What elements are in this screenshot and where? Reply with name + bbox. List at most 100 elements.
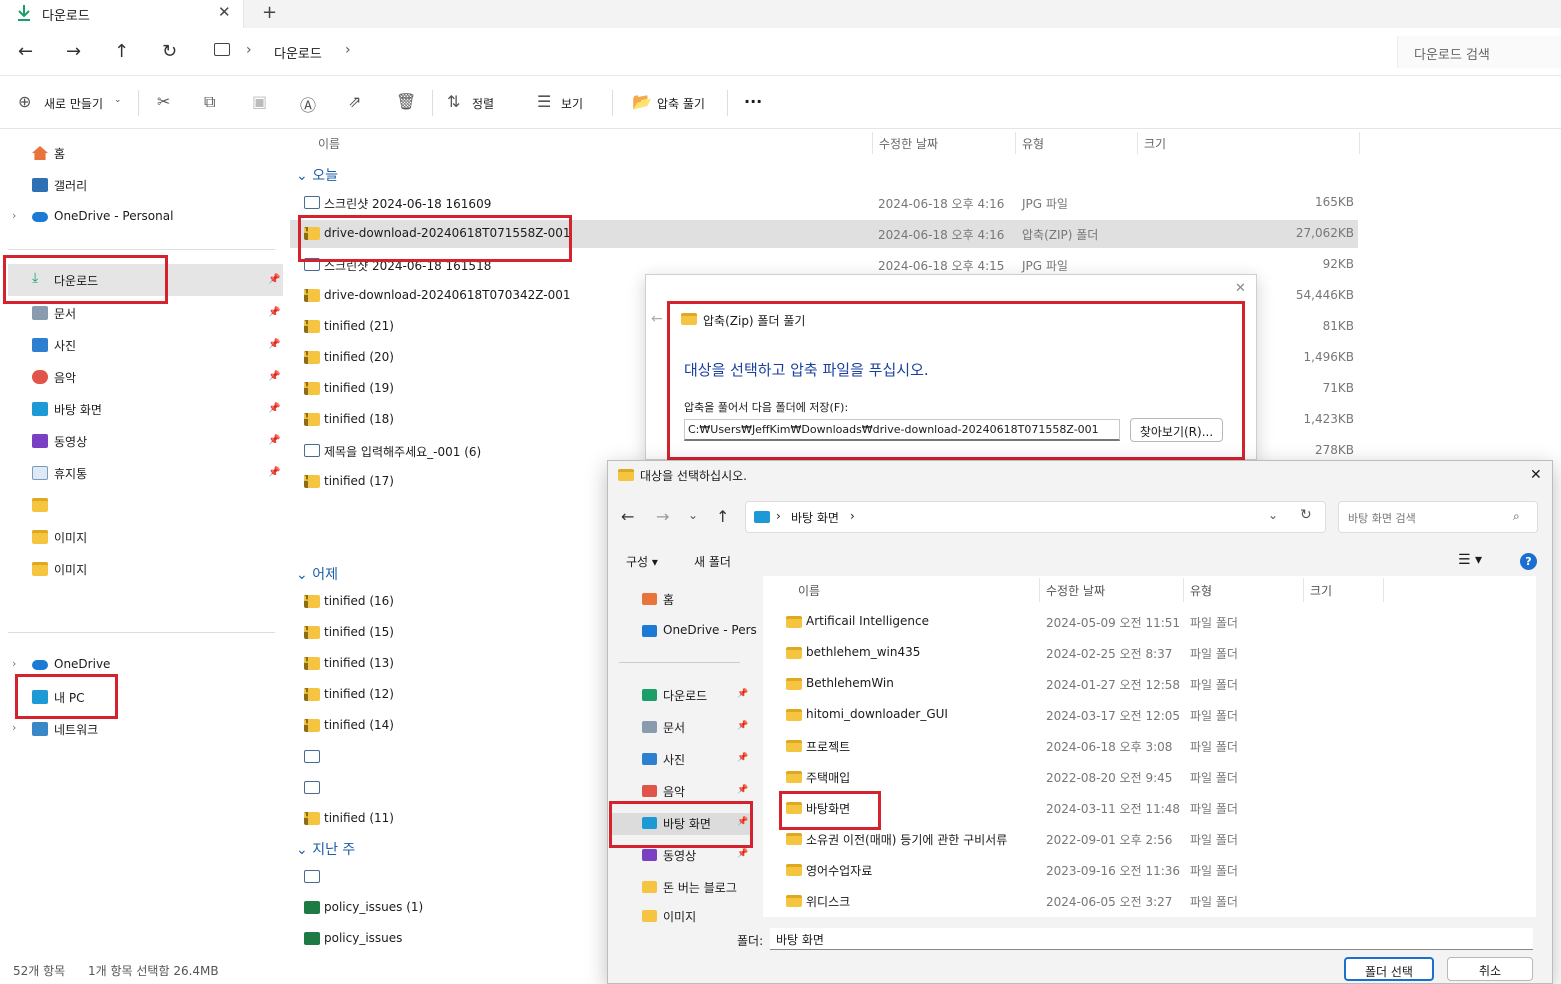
- pin-icon[interactable]: 📌: [737, 785, 748, 795]
- column-divider[interactable]: [1039, 578, 1040, 602]
- browse-button[interactable]: 찾아보기(R)...: [1130, 418, 1223, 442]
- address-bar[interactable]: [200, 36, 1385, 68]
- pin-icon[interactable]: 📌: [737, 817, 748, 827]
- column-name[interactable]: 이름: [798, 582, 820, 599]
- new-folder-button[interactable]: 새 폴더: [694, 553, 731, 570]
- new-tab-button[interactable]: +: [262, 2, 277, 23]
- pin-icon[interactable]: 📌: [737, 849, 748, 859]
- column-divider[interactable]: [1303, 578, 1304, 602]
- sidebar-item-documents[interactable]: 문서 📌: [30, 303, 280, 327]
- sort-button[interactable]: 정렬: [472, 95, 494, 112]
- sidebar-item-music[interactable]: 음악 📌: [30, 367, 280, 391]
- column-divider[interactable]: [1137, 132, 1138, 154]
- column-divider[interactable]: [872, 132, 873, 154]
- cut-icon[interactable]: ✂: [157, 92, 170, 111]
- picker-nav-item-downloads[interactable]: 다운로드 📌: [640, 685, 752, 707]
- close-icon[interactable]: ✕: [1235, 281, 1246, 296]
- picker-nav-item-videos[interactable]: 동영상 📌: [640, 845, 752, 867]
- sidebar-item-onedrive-personal[interactable]: OneDrive - Personal: [30, 207, 280, 231]
- back-arrow-icon[interactable]: ←: [651, 311, 663, 327]
- group-header-yesterday[interactable]: ⌄ 어제: [296, 564, 338, 584]
- picker-folder-row[interactable]: hitomi_downloader_GUI 2024-03-17 오전 12:05…: [780, 705, 1380, 729]
- back-button[interactable]: ←: [621, 507, 634, 526]
- pin-icon[interactable]: 📌: [268, 307, 280, 318]
- chevron-right-icon[interactable]: ›: [12, 209, 16, 222]
- sidebar-item-gallery[interactable]: 갤러리: [30, 175, 280, 199]
- extract-all-button[interactable]: 압축 풀기: [657, 95, 705, 112]
- copy-icon[interactable]: ⧉: [204, 92, 215, 112]
- pin-icon[interactable]: 📌: [268, 274, 280, 285]
- paste-icon[interactable]: ▣: [252, 92, 267, 111]
- refresh-button[interactable]: ↻: [162, 41, 177, 62]
- tab-downloads[interactable]: [0, 0, 244, 28]
- column-divider[interactable]: [1183, 578, 1184, 602]
- up-button[interactable]: ↑: [114, 41, 129, 62]
- picker-folder-row[interactable]: bethlehem_win435 2024-02-25 오전 8:37 파일 폴더: [780, 643, 1380, 667]
- sidebar-item-images-1[interactable]: 이미지: [30, 527, 280, 551]
- file-row[interactable]: drive-download-20240618T071558Z-001 2024-…: [290, 220, 1358, 248]
- column-size[interactable]: 크기: [1144, 135, 1166, 152]
- picker-folder-row[interactable]: 프로젝트 2024-06-18 오후 3:08 파일 폴더: [780, 736, 1380, 760]
- pin-icon[interactable]: 📌: [268, 403, 280, 414]
- picker-folder-row[interactable]: 영어수업자료 2023-09-16 오전 11:36 파일 폴더: [780, 860, 1380, 884]
- picker-nav-item-pics[interactable]: 사진 📌: [640, 749, 752, 771]
- folder-name-field[interactable]: [770, 928, 1533, 950]
- close-tab-icon[interactable]: ✕: [218, 3, 231, 21]
- chevron-right-icon[interactable]: ›: [12, 657, 16, 670]
- picker-folder-row[interactable]: 주택매입 2022-08-20 오전 9:45 파일 폴더: [780, 767, 1380, 791]
- search-input[interactable]: 다운로드 검색: [1414, 44, 1490, 63]
- group-header-last-week[interactable]: ⌄ 지난 주: [296, 839, 355, 859]
- sidebar-item-pictures[interactable]: 사진 📌: [30, 335, 280, 359]
- column-date[interactable]: 수정한 날짜: [1046, 582, 1105, 599]
- back-button[interactable]: ←: [18, 41, 33, 62]
- pin-icon[interactable]: 📌: [268, 371, 280, 382]
- column-date[interactable]: 수정한 날짜: [879, 135, 938, 152]
- chevron-right-icon[interactable]: ›: [12, 721, 16, 734]
- picker-folder-row[interactable]: 소유권 이전(매매) 등기에 관한 구비서류 2022-09-01 오후 2:56…: [780, 829, 1380, 853]
- picker-folder-row[interactable]: 바탕화면 2024-03-11 오전 11:48 파일 폴더: [780, 798, 1380, 822]
- column-type[interactable]: 유형: [1190, 582, 1212, 599]
- recent-locations-icon[interactable]: ⌄: [688, 508, 698, 522]
- file-row[interactable]: 스크린샷 2024-06-18 161609 2024-06-18 오후 4:16…: [290, 189, 1358, 217]
- group-header-today[interactable]: ⌄ 오늘: [296, 165, 338, 185]
- close-icon[interactable]: ✕: [1530, 467, 1542, 483]
- more-button[interactable]: ···: [744, 92, 762, 111]
- new-button[interactable]: 새로 만들기: [44, 95, 103, 112]
- picker-folder-row[interactable]: Artificail Intelligence 2024-05-09 오전 11:…: [780, 612, 1380, 636]
- refresh-button[interactable]: ↻: [1300, 507, 1312, 523]
- picker-nav-item-onedrive[interactable]: OneDrive - Pers: [640, 621, 757, 643]
- picker-nav-item-docs[interactable]: 문서 📌: [640, 717, 752, 739]
- chevron-down-icon[interactable]: ⌄: [1268, 508, 1278, 522]
- picker-folder-row[interactable]: BethlehemWin 2024-01-27 오전 12:58 파일 폴더: [780, 674, 1380, 698]
- sidebar-item-downloads[interactable]: ⤓ 다운로드 📌: [30, 270, 280, 294]
- sidebar-item-network[interactable]: 네트워크: [30, 719, 280, 743]
- select-folder-button[interactable]: 폴더 선택: [1344, 957, 1434, 981]
- pin-icon[interactable]: 📌: [737, 753, 748, 763]
- column-type[interactable]: 유형: [1022, 135, 1044, 152]
- up-button[interactable]: ↑: [716, 507, 729, 526]
- breadcrumb-downloads[interactable]: 다운로드: [274, 43, 322, 62]
- rename-icon[interactable]: Ⓐ: [300, 92, 316, 116]
- picker-nav-item-desktop[interactable]: 바탕 화면 📌: [611, 813, 751, 835]
- pin-icon[interactable]: 📌: [268, 435, 280, 446]
- sidebar-item-home[interactable]: 홈: [30, 143, 280, 167]
- view-button[interactable]: 보기: [561, 95, 583, 112]
- pin-icon[interactable]: 📌: [737, 721, 748, 731]
- sidebar-item-folder[interactable]: [30, 495, 280, 519]
- help-icon[interactable]: ?: [1520, 553, 1537, 570]
- cancel-button[interactable]: 취소: [1447, 957, 1533, 981]
- sidebar-item-images-2[interactable]: 이미지: [30, 559, 280, 583]
- column-divider[interactable]: [1383, 578, 1384, 602]
- picker-folder-row[interactable]: 위디스크 2024-06-05 오전 3:27 파일 폴더: [780, 891, 1380, 915]
- view-options-icon[interactable]: ☰ ▾: [1458, 552, 1482, 568]
- sidebar-item-onedrive[interactable]: OneDrive: [30, 655, 280, 679]
- sidebar-item-recycle-bin[interactable]: 휴지통 📌: [30, 463, 280, 487]
- column-size[interactable]: 크기: [1310, 582, 1332, 599]
- sidebar-item-this-pc[interactable]: 내 PC: [30, 687, 280, 711]
- sidebar-item-desktop[interactable]: 바탕 화면 📌: [30, 399, 280, 423]
- picker-search-input[interactable]: 바탕 화면 검색: [1348, 510, 1416, 526]
- pin-icon[interactable]: 📌: [737, 689, 748, 699]
- organize-button[interactable]: 구성 ▾: [626, 553, 658, 570]
- breadcrumb-desktop[interactable]: 바탕 화면: [791, 509, 839, 526]
- delete-icon[interactable]: 🗑: [396, 92, 416, 111]
